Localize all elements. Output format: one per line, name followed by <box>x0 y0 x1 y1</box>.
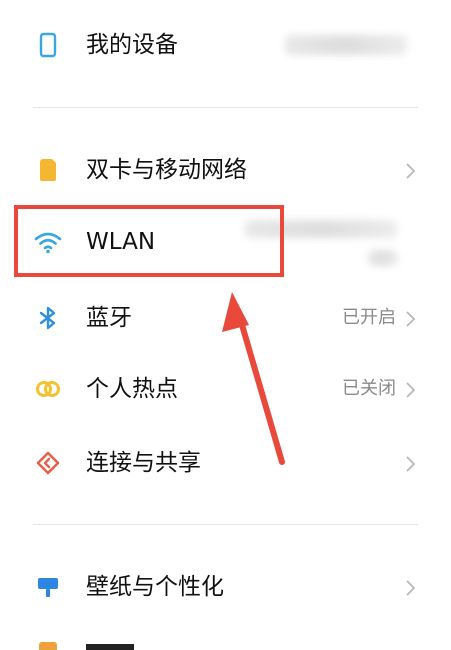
device-name-value <box>285 35 407 55</box>
connection-share-row[interactable]: 连接与共享 <box>0 433 451 493</box>
next-row-partial[interactable] <box>0 625 451 650</box>
sim-card-icon <box>33 155 63 185</box>
wlan-network-value-line2 <box>368 250 398 266</box>
wallpaper-icon <box>33 572 63 602</box>
chevron-right-icon <box>404 579 418 597</box>
dual-sim-row[interactable]: 双卡与移动网络 <box>0 140 451 200</box>
connection-share-label: 连接与共享 <box>86 450 201 476</box>
phone-icon <box>33 30 63 60</box>
bluetooth-label: 蓝牙 <box>86 305 132 331</box>
dual-sim-label: 双卡与移动网络 <box>86 157 247 183</box>
chevron-right-icon <box>404 455 418 473</box>
wallpaper-row[interactable]: 壁纸与个性化 <box>0 557 451 617</box>
share-icon <box>33 448 63 478</box>
hotspot-row[interactable]: 个人热点 已关闭 <box>0 359 451 419</box>
chevron-right-icon <box>404 310 418 328</box>
hotspot-label: 个人热点 <box>86 376 178 402</box>
partial-row-label-cutoff <box>86 644 134 650</box>
highlight-box <box>14 205 284 277</box>
chevron-right-icon <box>404 381 418 399</box>
my-device-row[interactable]: 我的设备 <box>0 15 451 75</box>
wallpaper-label: 壁纸与个性化 <box>86 574 224 600</box>
divider <box>33 524 418 525</box>
hotspot-icon <box>33 374 63 404</box>
bluetooth-icon <box>33 303 63 333</box>
chevron-right-icon <box>404 162 418 180</box>
hotspot-status: 已关闭 <box>342 378 396 399</box>
partial-row-icon <box>33 638 63 650</box>
bluetooth-status: 已开启 <box>342 307 396 328</box>
divider <box>33 107 418 108</box>
bluetooth-row[interactable]: 蓝牙 已开启 <box>0 288 451 348</box>
my-device-label: 我的设备 <box>86 32 178 58</box>
